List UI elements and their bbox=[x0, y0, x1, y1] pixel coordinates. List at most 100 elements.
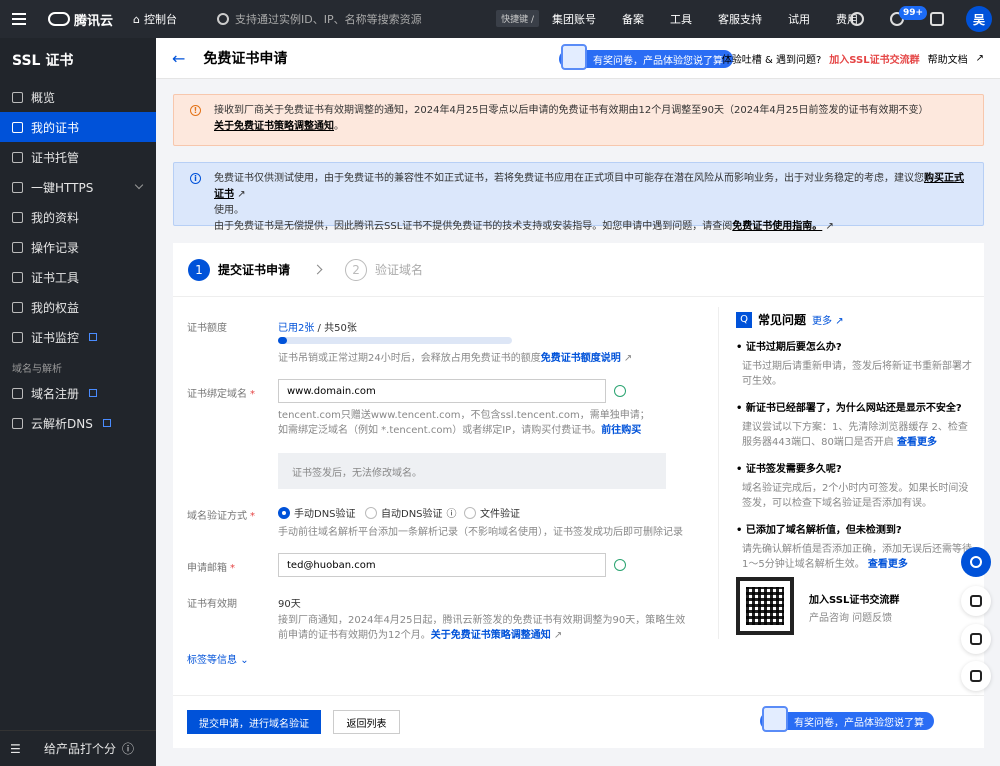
domain-icon bbox=[12, 387, 23, 399]
avatar[interactable]: 吴 bbox=[966, 6, 992, 32]
submit-button[interactable]: 提交申请，进行域名验证 bbox=[187, 710, 321, 734]
top-bar: 腾讯云 ⌂ 控制台 支持通过实例ID、IP、名称等搜索资源 快捷键 / 集团账号… bbox=[0, 0, 1000, 38]
usage-guide-link[interactable]: 免费证书使用指南。 bbox=[732, 221, 822, 232]
radio-file[interactable]: 文件验证 bbox=[464, 505, 520, 520]
tencent-cloud-logo[interactable]: 腾讯云 bbox=[38, 10, 113, 29]
compass-icon[interactable] bbox=[850, 12, 864, 26]
email-input[interactable]: ted@huoban.com bbox=[278, 553, 606, 577]
step-1-number: 1 bbox=[188, 258, 210, 281]
application-panel: 1 提交证书申请 2 验证域名 证书额度 已用2张 / 共50张 证书吊销或正常… bbox=[173, 243, 984, 748]
faq-answer: 域名验证完成后，2个小时内可签发。如果长时间没签发，可以检查下域名验证是否添加有… bbox=[742, 483, 969, 509]
policy-notice-link[interactable]: 关于免费证书策略调整通知 bbox=[214, 121, 334, 132]
steps: 1 提交证书申请 2 验证域名 bbox=[173, 243, 984, 297]
external-link-icon: ↗ bbox=[975, 53, 984, 64]
sidebar-item-my-materials[interactable]: 我的资料 bbox=[0, 202, 156, 232]
certificate-icon bbox=[12, 121, 23, 133]
ticket-icon[interactable] bbox=[930, 12, 944, 26]
book-icon bbox=[970, 633, 982, 645]
back-arrow-icon[interactable]: ← bbox=[172, 49, 185, 68]
rate-product-button[interactable]: 给产品打个分 ⓘ bbox=[44, 740, 134, 757]
radio-manual-dns[interactable]: 手动DNS验证 bbox=[278, 505, 356, 520]
cloud-assistant-button[interactable] bbox=[961, 586, 991, 616]
gift-icon bbox=[12, 301, 23, 313]
list-button[interactable] bbox=[961, 661, 991, 691]
external-link-icon: ↗ bbox=[623, 353, 633, 364]
help-docs-link[interactable]: 帮助文档 bbox=[928, 51, 968, 66]
qr-subtitle: 产品咨询 问题反馈 bbox=[809, 613, 893, 624]
email-label: 申请邮箱 * bbox=[187, 563, 235, 574]
survey-doc-icon bbox=[561, 44, 587, 70]
sidebar-item-hosting[interactable]: 证书托管 bbox=[0, 142, 156, 172]
validity-policy-link[interactable]: 关于免费证书策略调整通知 bbox=[431, 630, 551, 641]
sidebar-footer: ☰ 给产品打个分 ⓘ bbox=[0, 730, 156, 766]
survey-banner[interactable]: 有奖问卷，产品体验您说了算 bbox=[559, 44, 733, 70]
verify-label: 域名验证方式 * bbox=[187, 511, 255, 522]
faq-question[interactable]: • 证书过期后要怎么办? bbox=[736, 338, 973, 353]
footer-survey-banner[interactable]: 有奖问卷，产品体验您说了算 bbox=[760, 706, 934, 732]
nav-support[interactable]: 客服支持 bbox=[718, 11, 762, 27]
sidebar-item-https[interactable]: 一键HTTPS bbox=[0, 172, 156, 202]
collapse-sidebar-icon[interactable]: ☰ bbox=[10, 742, 21, 756]
monitor-icon bbox=[12, 331, 23, 343]
folder-icon bbox=[12, 211, 23, 223]
header-links: 体验吐槽 & 遇到问题? 加入SSL证书交流群 帮助文档 ↗ bbox=[722, 38, 984, 79]
check-circle-icon bbox=[614, 385, 626, 397]
qr-title: 加入SSL证书交流群 bbox=[809, 595, 900, 606]
nav-tools[interactable]: 工具 bbox=[670, 11, 692, 27]
question-icon: ⓘ bbox=[121, 742, 134, 756]
sidebar-item-monitor[interactable]: 证书监控 bbox=[0, 322, 156, 352]
sidebar-item-dns[interactable]: 云解析DNS bbox=[0, 408, 156, 438]
nav-filing[interactable]: 备案 bbox=[622, 11, 644, 27]
qr-code bbox=[736, 577, 794, 635]
external-link-icon: ↗ bbox=[237, 189, 246, 200]
quota-explain-link[interactable]: 免费证书额度说明 bbox=[541, 353, 621, 364]
faq-question[interactable]: • 已添加了域名解析值，但未检测到? bbox=[736, 521, 973, 536]
https-icon bbox=[12, 181, 23, 193]
faq-see-more-link[interactable]: 查看更多 bbox=[868, 559, 908, 570]
faq-more-link[interactable]: 更多 ↗ bbox=[812, 312, 844, 327]
faq-answer: 建议尝试以下方案：1、先清除浏览器缓存 2、检查服务器443端口、80端口是否开… bbox=[742, 422, 968, 448]
radio-auto-dns[interactable]: 自动DNS验证 ⓘ bbox=[365, 505, 457, 520]
free-cert-info-notice: i 免费证书仅供测试使用，由于免费证书的兼容性不如正式证书，若将免费证书应用在正… bbox=[173, 162, 984, 232]
faq-answer: 证书过期后请重新申请，签发后将新证书重新部署才可生效。 bbox=[742, 361, 972, 387]
sidebar: SSL 证书 概览 我的证书 证书托管 一键HTTPS 我的资料 操作记录 证书… bbox=[0, 38, 156, 766]
back-to-list-button[interactable]: 返回列表 bbox=[333, 710, 400, 734]
external-link-icon: ↗ bbox=[553, 630, 563, 641]
notification-badge: 99+ bbox=[899, 6, 928, 20]
customer-service-button[interactable] bbox=[961, 547, 991, 577]
join-group-link[interactable]: 加入SSL证书交流群 bbox=[829, 51, 919, 66]
home-icon: ⌂ bbox=[133, 12, 140, 26]
sidebar-item-my-certificates[interactable]: 我的证书 bbox=[0, 112, 156, 142]
list-icon bbox=[970, 670, 982, 682]
nav-group-account[interactable]: 集团账号 bbox=[552, 11, 596, 27]
menu-icon[interactable] bbox=[0, 0, 38, 38]
faq-question[interactable]: • 证书签发需要多久呢? bbox=[736, 460, 973, 475]
shortcut-badge: 快捷键 / bbox=[496, 10, 539, 27]
sidebar-item-domain-register[interactable]: 域名注册 bbox=[0, 378, 156, 408]
sidebar-title: SSL 证书 bbox=[12, 53, 74, 69]
validity-value: 90天 bbox=[278, 599, 301, 610]
search-input[interactable]: 支持通过实例ID、IP、名称等搜索资源 快捷键 / bbox=[217, 0, 539, 38]
top-nav: 集团账号 备案 工具 客服支持 试用 费用 bbox=[552, 0, 884, 38]
tags-more-toggle[interactable]: 标签等信息 ⌄ bbox=[187, 651, 249, 666]
faq-see-more-link[interactable]: 查看更多 bbox=[897, 437, 937, 448]
step-2-number: 2 bbox=[345, 258, 368, 281]
sidebar-item-benefits[interactable]: 我的权益 bbox=[0, 292, 156, 322]
docs-button[interactable] bbox=[961, 624, 991, 654]
chevron-right-icon bbox=[312, 264, 323, 275]
sidebar-item-overview[interactable]: 概览 bbox=[0, 82, 156, 112]
dns-icon bbox=[12, 417, 23, 429]
radio-unchecked-icon bbox=[365, 506, 377, 519]
hosting-icon bbox=[12, 151, 23, 163]
go-buy-link[interactable]: 前往购买 bbox=[601, 425, 641, 436]
sidebar-item-tools[interactable]: 证书工具 bbox=[0, 262, 156, 292]
feedback-link[interactable]: 体验吐槽 & 遇到问题? bbox=[722, 51, 821, 66]
sidebar-item-records[interactable]: 操作记录 bbox=[0, 232, 156, 262]
info-icon: i bbox=[190, 173, 201, 184]
console-link[interactable]: ⌂ 控制台 bbox=[133, 11, 177, 27]
nav-trial[interactable]: 试用 bbox=[788, 11, 810, 27]
chevron-down-icon bbox=[134, 180, 144, 190]
faq-question[interactable]: • 新证书已经部署了，为什么网站还是显示不安全? bbox=[736, 399, 973, 414]
domain-input[interactable]: www.domain.com bbox=[278, 379, 606, 403]
external-link-icon bbox=[89, 389, 98, 397]
